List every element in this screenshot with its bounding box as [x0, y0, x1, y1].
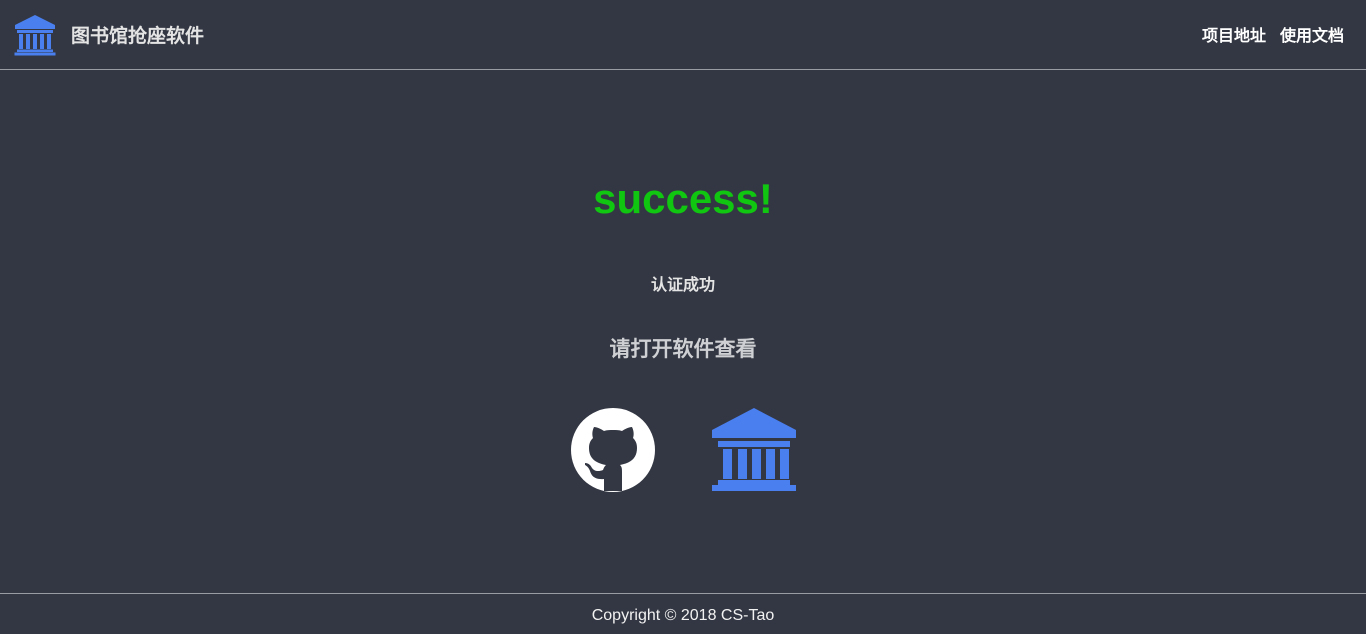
nav-project-link[interactable]: 项目地址	[1202, 25, 1266, 47]
bank-icon	[712, 408, 796, 491]
footer: Copyright © 2018 CS-Tao	[0, 593, 1366, 634]
auth-message: 认证成功	[650, 275, 715, 294]
success-heading: success!	[593, 175, 773, 222]
header: 图书馆抢座软件 项目地址 使用文档	[0, 0, 1366, 70]
open-software-hint: 请打开软件查看	[609, 336, 757, 361]
copyright-text: Copyright © 2018 CS-Tao	[591, 607, 775, 624]
library-link[interactable]	[712, 408, 796, 492]
top-nav: 项目地址 使用文档	[1202, 25, 1344, 47]
github-icon	[571, 408, 655, 492]
github-link[interactable]	[571, 408, 655, 492]
app-title: 图书馆抢座软件	[71, 25, 205, 47]
bank-icon[interactable]	[14, 14, 56, 56]
nav-docs-link[interactable]: 使用文档	[1280, 25, 1344, 47]
